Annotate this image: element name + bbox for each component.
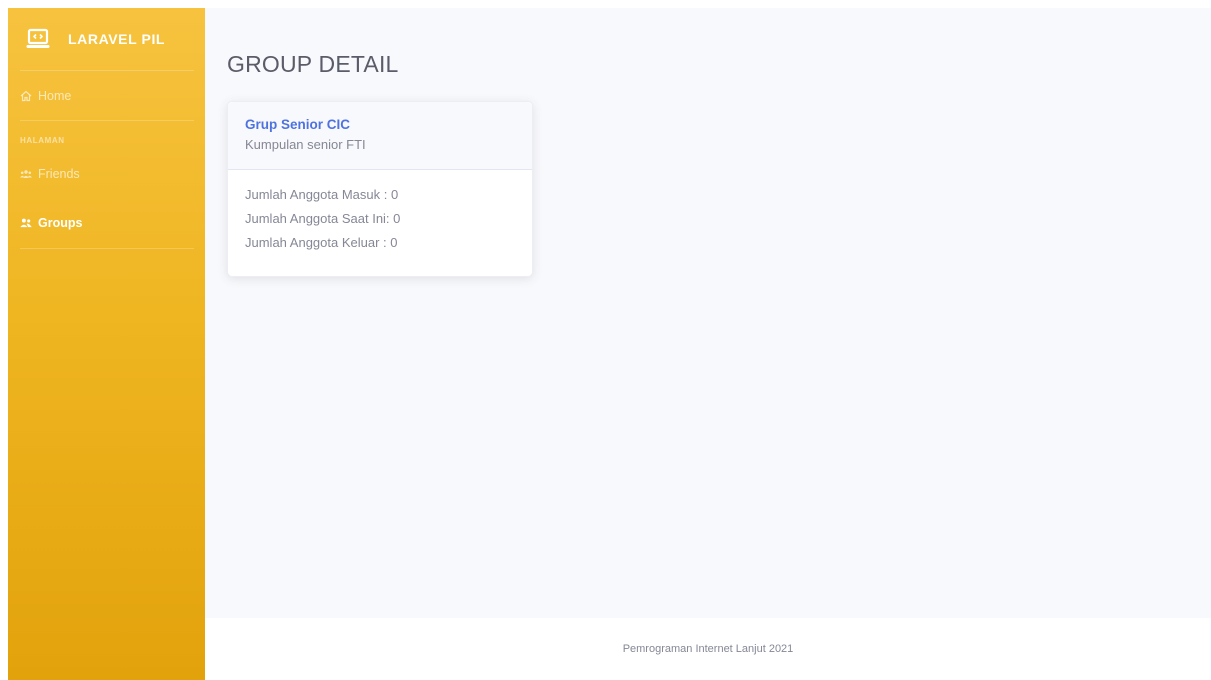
sidebar-item-home[interactable]: Home	[8, 84, 205, 108]
sidebar-item-friends[interactable]: Friends	[8, 162, 205, 186]
group-card: Grup Senior CIC Kumpulan senior FTI Juml…	[227, 101, 533, 277]
stat-members-joined: Jumlah Anggota Masuk : 0	[245, 187, 399, 202]
home-icon	[20, 90, 32, 102]
sidebar-item-label: Home	[38, 89, 72, 103]
sidebar-item-label: Groups	[38, 216, 83, 230]
laptop-code-icon	[26, 28, 50, 48]
sidebar-section-heading: HALAMAN	[20, 136, 65, 145]
stat-members-current: Jumlah Anggota Saat Ini: 0	[245, 211, 401, 226]
user-group-icon	[20, 217, 32, 229]
users-icon	[20, 168, 32, 180]
sidebar: LARAVEL PIL Home HALAMAN Friends Groups	[8, 8, 205, 680]
sidebar-divider	[20, 70, 194, 71]
stat-members-left: Jumlah Anggota Keluar : 0	[245, 235, 398, 250]
sidebar-brand[interactable]: LARAVEL PIL	[8, 8, 205, 70]
page-title: GROUP DETAIL	[227, 51, 399, 77]
brand-name: LARAVEL PIL	[68, 31, 166, 47]
group-name: Grup Senior CIC	[245, 117, 351, 132]
sidebar-divider	[20, 120, 194, 121]
group-card-header: Grup Senior CIC Kumpulan senior FTI	[228, 102, 532, 170]
sidebar-item-groups[interactable]: Groups	[8, 211, 205, 235]
main-content: GROUP DETAIL Grup Senior CIC Kumpulan se…	[205, 8, 1211, 618]
footer-text: Pemrograman Internet Lanjut 2021	[622, 643, 794, 655]
footer: Pemrograman Internet Lanjut 2021	[205, 618, 1211, 680]
sidebar-divider	[20, 248, 194, 249]
group-description: Kumpulan senior FTI	[245, 137, 366, 152]
sidebar-item-label: Friends	[38, 167, 80, 181]
